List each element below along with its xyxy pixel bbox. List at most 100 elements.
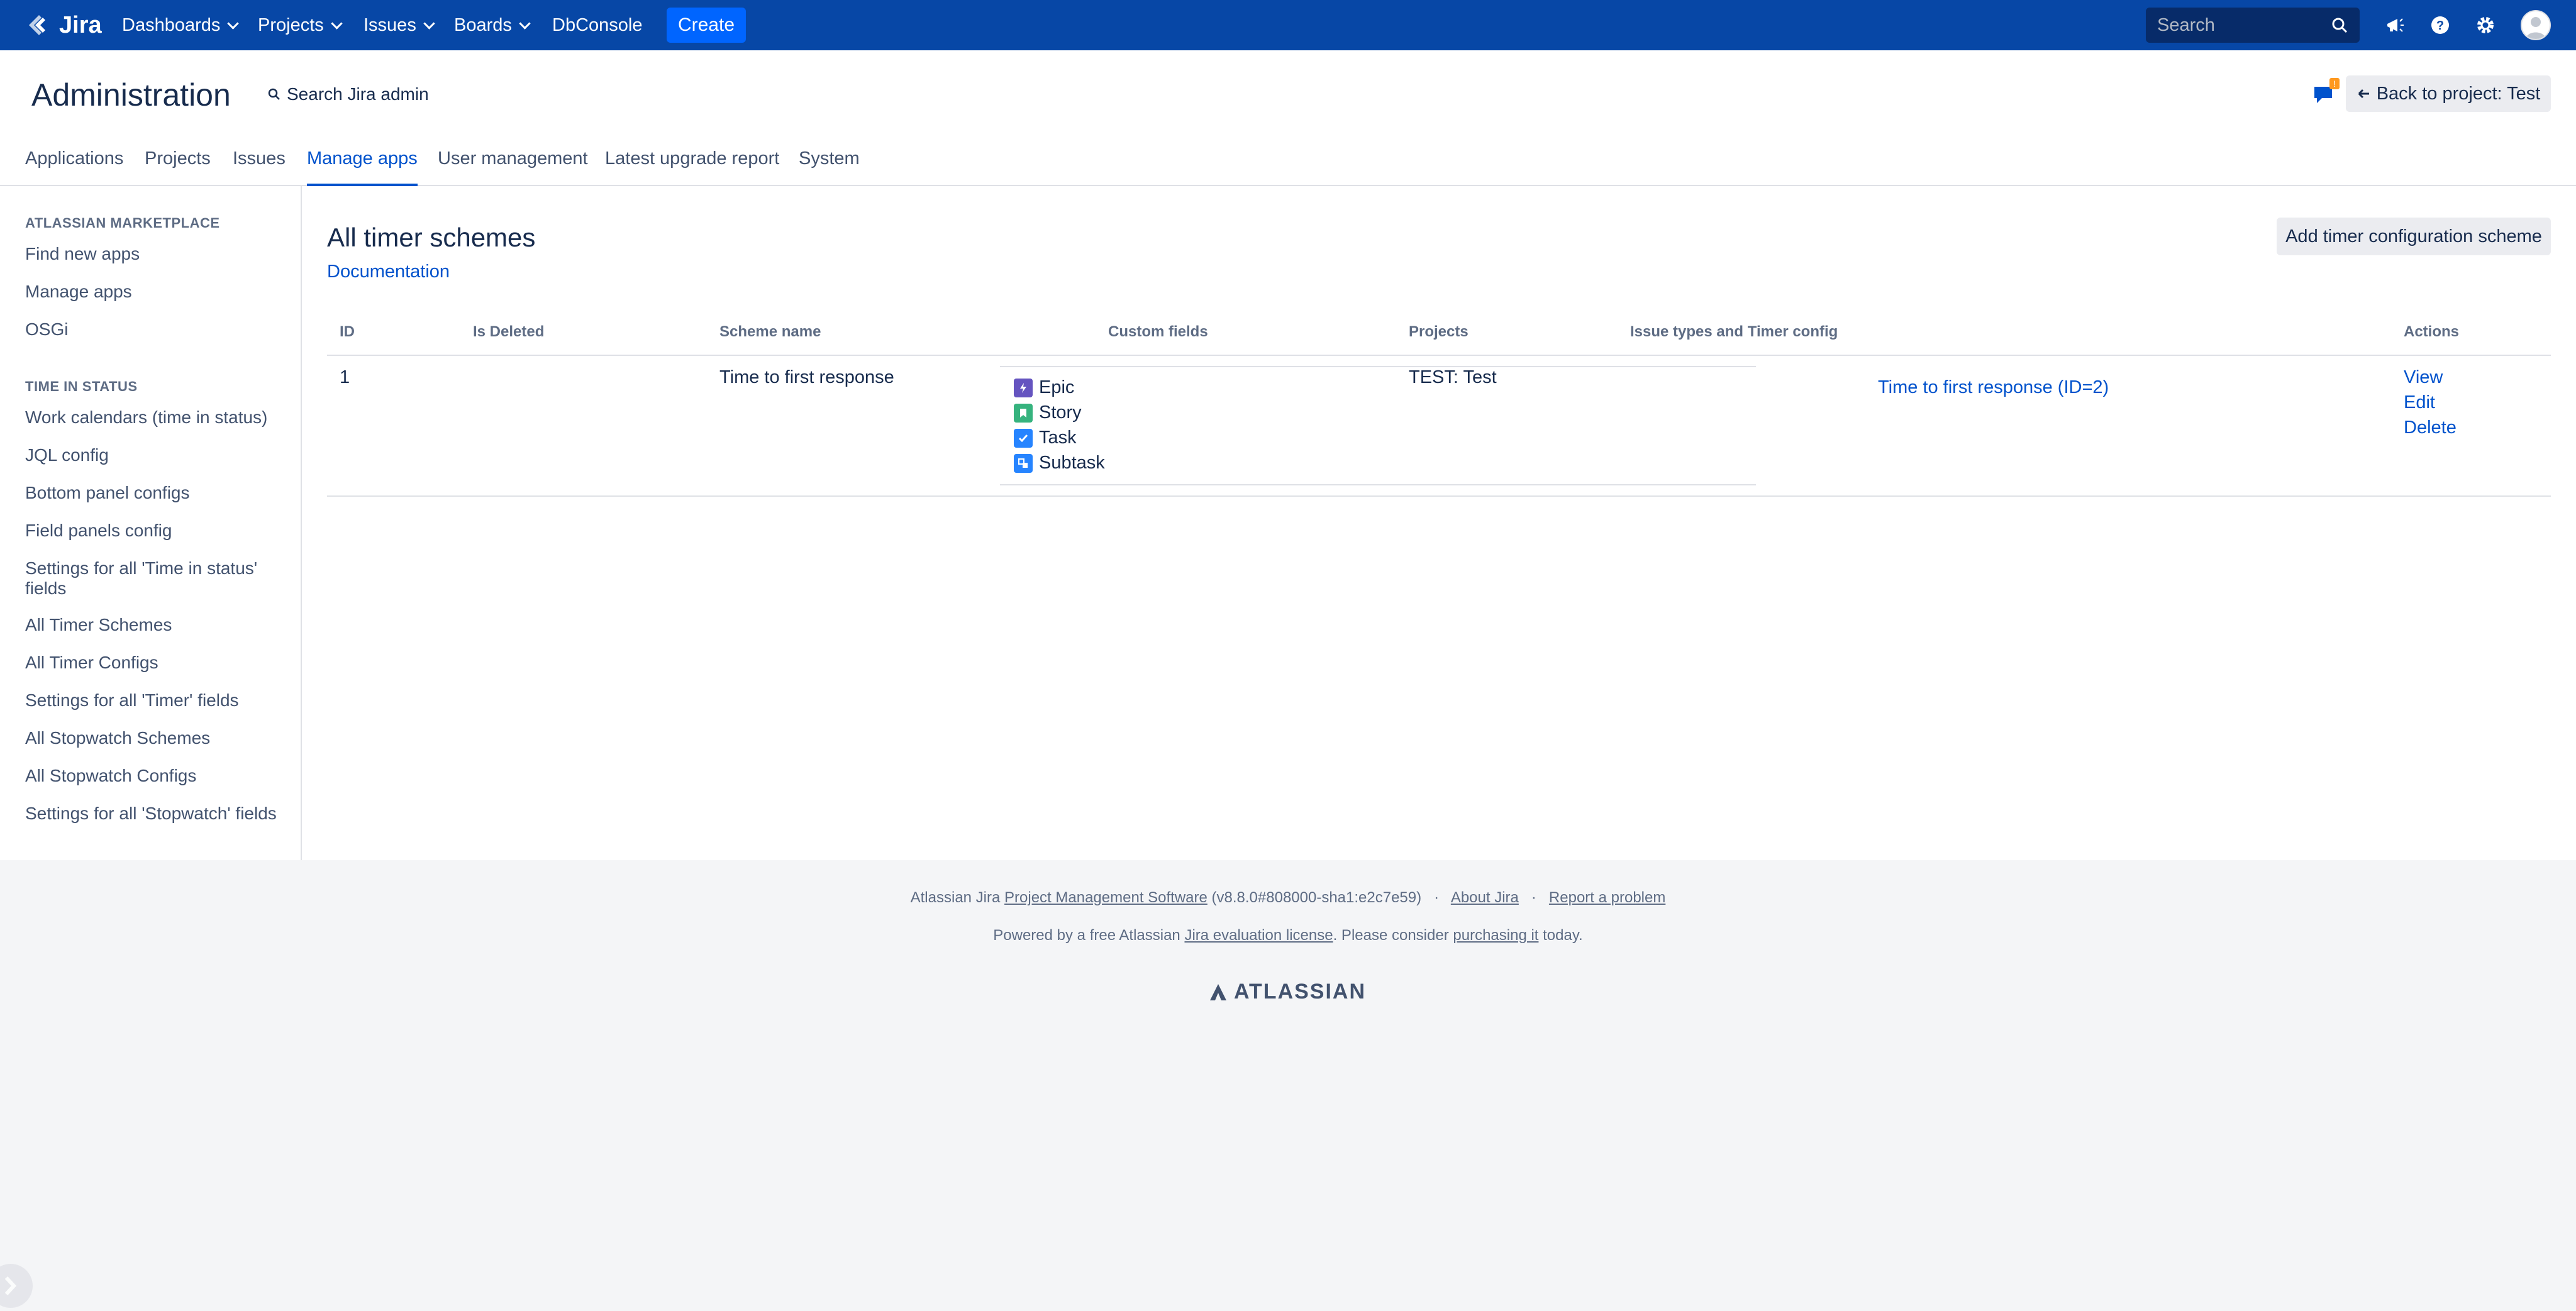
jira-logo-icon [29, 15, 45, 35]
story-icon [1014, 403, 1033, 423]
chevron-down-icon [423, 17, 435, 30]
tab-user-management[interactable]: User management [438, 148, 588, 184]
nav-issues-label: Issues [364, 14, 416, 35]
column-header-actions: Actions [2404, 323, 2460, 340]
add-timer-scheme-button[interactable]: Add timer configuration scheme [2277, 218, 2551, 255]
chevron-right-icon [4, 1276, 17, 1296]
tab-system[interactable]: System [799, 148, 860, 184]
table-header-divider [327, 355, 2551, 356]
back-to-project-button[interactable]: Back to project: Test [2346, 75, 2551, 112]
nav-issues[interactable]: Issues [364, 0, 435, 50]
documentation-link[interactable]: Documentation [327, 262, 450, 282]
feedback-icon[interactable]: ! [2312, 78, 2340, 108]
sidebar-collapse-toggle[interactable] [0, 1264, 33, 1308]
nav-projects[interactable]: Projects [258, 0, 343, 50]
issue-type-task: Task [1014, 428, 1077, 448]
settings-icon[interactable] [2473, 13, 2498, 38]
sidebar-item-work-calendars[interactable]: Work calendars (time in status) [25, 407, 289, 428]
sidebar-item-osgi[interactable]: OSGi [25, 319, 289, 340]
column-header-scheme-name: Scheme name [719, 323, 821, 340]
search-input[interactable]: Search [2146, 8, 2360, 43]
tab-issues[interactable]: Issues [233, 148, 286, 184]
top-navigation-bar: Jira Dashboards Projects Issues Boards D… [0, 0, 2576, 50]
sidebar-item-manage-apps[interactable]: Manage apps [25, 282, 289, 302]
nav-projects-label: Projects [258, 14, 324, 35]
sidebar-heading-time-in-status: TIME IN STATUS [25, 379, 138, 394]
logo-text: Jira [59, 11, 102, 38]
chevron-down-icon [331, 17, 343, 30]
issue-type-subtask: Subtask [1014, 453, 1105, 473]
cell-id: 1 [340, 367, 350, 387]
inner-table-top-divider [1000, 366, 1756, 367]
sidebar-item-field-panels-config[interactable]: Field panels config [25, 521, 289, 541]
sidebar-heading-marketplace: ATLASSIAN MARKETPLACE [25, 215, 220, 231]
sidebar-item-all-stopwatch-configs[interactable]: All Stopwatch Configs [25, 766, 289, 786]
footer-line-version: Atlassian Jira Project Management Softwa… [0, 889, 2576, 907]
footer-license-prefix: Powered by a free Atlassian [993, 927, 1180, 944]
view-link[interactable]: View [2404, 367, 2443, 388]
nav-dbconsole[interactable]: DbConsole [552, 0, 642, 50]
nav-boards[interactable]: Boards [454, 0, 531, 50]
footer-license-suffix: today. [1543, 927, 1583, 944]
sidebar-item-timer-settings[interactable]: Settings for all 'Timer' fields [25, 690, 289, 711]
section-title: All timer schemes [327, 223, 536, 252]
sidebar-item-jql-config[interactable]: JQL config [25, 445, 289, 465]
atlassian-logo-icon [1210, 983, 1226, 1000]
issue-type-label: Subtask [1039, 453, 1105, 473]
edit-link[interactable]: Edit [2404, 392, 2435, 413]
purchasing-link[interactable]: purchasing it [1453, 927, 1538, 944]
footer-version: (v8.8.0#808000-sha1:e2c7e59) [1211, 889, 1422, 906]
footer-separator: · [1434, 889, 1440, 906]
tab-latest-upgrade-report[interactable]: Latest upgrade report [605, 148, 779, 184]
nav-dashboards[interactable]: Dashboards [122, 0, 240, 50]
content-panel: All timer schemes Documentation Add time… [327, 186, 2551, 860]
sidebar-item-all-stopwatch-schemes[interactable]: All Stopwatch Schemes [25, 728, 289, 748]
issue-type-label: Story [1039, 402, 1082, 423]
evaluation-license-link[interactable]: Jira evaluation license [1184, 927, 1333, 944]
sidebar-item-all-timer-configs[interactable]: All Timer Configs [25, 653, 289, 673]
back-to-project-label: Back to project: Test [2376, 83, 2541, 104]
sidebar-item-time-in-status-settings[interactable]: Settings for all 'Time in status' fields [25, 558, 289, 599]
page-title: Administration [31, 77, 231, 113]
sidebar: ATLASSIAN MARKETPLACE Find new apps Mana… [0, 186, 302, 860]
tab-applications[interactable]: Applications [25, 148, 123, 184]
atlassian-logo[interactable]: ATLASSIAN [1208, 980, 1366, 1004]
chevron-down-icon [519, 17, 531, 30]
footer: Atlassian Jira Project Management Softwa… [0, 860, 2576, 1309]
sidebar-item-all-timer-schemes[interactable]: All Timer Schemes [25, 615, 289, 635]
user-avatar-icon [2522, 11, 2550, 39]
main-area: ATLASSIAN MARKETPLACE Find new apps Mana… [0, 186, 2576, 860]
help-icon[interactable]: ? [2428, 13, 2453, 38]
jira-logo[interactable]: Jira [25, 11, 102, 39]
footer-prefix: Atlassian Jira [910, 889, 1001, 906]
avatar[interactable] [2521, 10, 2551, 40]
arrow-left-icon [2358, 89, 2369, 99]
subtask-icon [1014, 453, 1033, 473]
search-icon [2332, 18, 2348, 33]
admin-header: Administration Search Jira admin ! Back … [0, 50, 2576, 186]
admin-search-link[interactable]: Search Jira admin [267, 84, 429, 104]
feedback-badge: ! [2333, 79, 2336, 89]
report-problem-link[interactable]: Report a problem [1549, 889, 1665, 906]
project-management-software-link[interactable]: Project Management Software [1004, 889, 1208, 906]
tab-manage-apps[interactable]: Manage apps [307, 148, 418, 186]
cell-scheme-name: Time to first response [719, 367, 894, 387]
column-header-is-deleted: Is Deleted [473, 323, 545, 340]
column-header-projects: Projects [1409, 323, 1468, 340]
timer-config-link[interactable]: Time to first response (ID=2) [1878, 377, 2109, 398]
svg-text:?: ? [2436, 19, 2444, 33]
issue-type-epic: Epic [1014, 377, 1074, 398]
column-header-custom-fields: Custom fields [1108, 323, 1208, 340]
create-button[interactable]: Create [667, 8, 746, 43]
sidebar-item-stopwatch-settings[interactable]: Settings for all 'Stopwatch' fields [25, 804, 289, 824]
atlassian-logo-text: ATLASSIAN [1234, 980, 1367, 1004]
sidebar-item-find-new-apps[interactable]: Find new apps [25, 244, 289, 264]
tab-projects[interactable]: Projects [145, 148, 211, 184]
search-icon [268, 88, 280, 100]
footer-line-license: Powered by a free Atlassian Jira evaluat… [0, 927, 2576, 944]
notifications-icon[interactable] [2382, 13, 2407, 38]
about-jira-link[interactable]: About Jira [1451, 889, 1519, 906]
delete-link[interactable]: Delete [2404, 418, 2457, 438]
sidebar-item-bottom-panel-configs[interactable]: Bottom panel configs [25, 483, 289, 503]
search-placeholder: Search [2157, 14, 2215, 35]
